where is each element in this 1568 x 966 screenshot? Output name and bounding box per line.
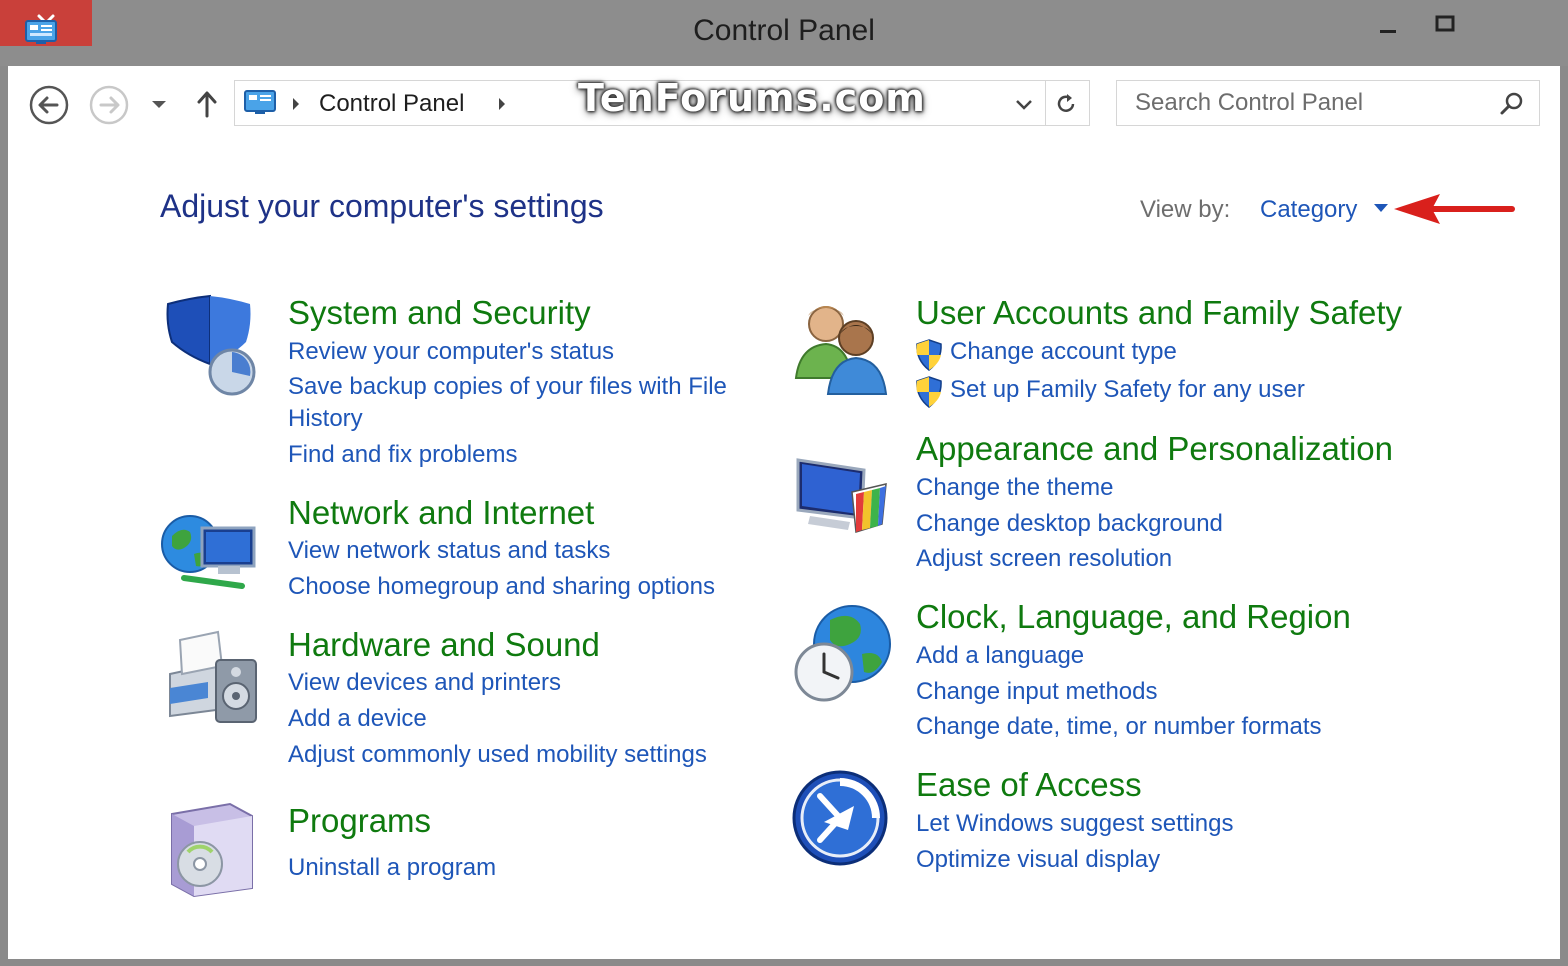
view-by-dropdown[interactable]: Category xyxy=(1260,196,1357,224)
clock-globe-icon xyxy=(794,605,891,702)
category-title-appearance[interactable]: Appearance and Personalization xyxy=(916,430,1393,468)
network-globe-icon xyxy=(161,515,256,589)
category-title-user-accounts[interactable]: User Accounts and Family Safety xyxy=(916,294,1402,332)
category-title-clock-language[interactable]: Clock, Language, and Region xyxy=(916,598,1351,636)
address-divider xyxy=(1045,81,1046,125)
link-change-the-theme[interactable]: Change the theme xyxy=(916,474,1113,502)
breadcrumb-chevron-right-icon[interactable] xyxy=(497,97,507,111)
link-add-a-language[interactable]: Add a language xyxy=(916,642,1084,670)
breadcrumb-chevron-right-icon[interactable] xyxy=(291,97,301,111)
search-icon[interactable] xyxy=(1499,91,1525,117)
link-optimize-visual-display[interactable]: Optimize visual display xyxy=(916,846,1160,874)
uac-shield-icon xyxy=(916,339,942,371)
search-box[interactable] xyxy=(1116,80,1540,126)
minimize-button[interactable] xyxy=(1362,6,1416,44)
category-title-network-and-internet[interactable]: Network and Internet xyxy=(288,494,594,532)
link-save-backup-copies[interactable]: Save backup copies of your files with Fi… xyxy=(288,373,727,401)
link-change-desktop-background[interactable]: Change desktop background xyxy=(916,510,1223,538)
forward-button[interactable] xyxy=(88,84,130,126)
category-title-hardware-and-sound[interactable]: Hardware and Sound xyxy=(288,626,600,664)
link-change-account-type[interactable]: Change account type xyxy=(950,338,1177,366)
link-let-windows-suggest-settings[interactable]: Let Windows suggest settings xyxy=(916,810,1234,838)
window-title: Control Panel xyxy=(693,14,875,47)
link-change-date-time-formats[interactable]: Change date, time, or number formats xyxy=(916,713,1322,741)
link-adjust-screen-resolution[interactable]: Adjust screen resolution xyxy=(916,545,1172,573)
uac-shield-icon xyxy=(916,376,942,408)
up-arrow-button[interactable] xyxy=(194,88,220,120)
users-icon xyxy=(794,306,888,395)
link-view-network-status[interactable]: View network status and tasks xyxy=(288,537,610,565)
link-find-and-fix-problems[interactable]: Find and fix problems xyxy=(288,441,517,469)
link-review-computer-status[interactable]: Review your computer's status xyxy=(288,338,614,366)
recent-locations-chevron-down-icon[interactable] xyxy=(148,96,170,112)
programs-box-icon xyxy=(171,802,253,898)
link-choose-homegroup-sharing[interactable]: Choose homegroup and sharing options xyxy=(288,573,715,601)
red-annotation-arrow xyxy=(1394,194,1515,224)
view-by-label: View by: xyxy=(1140,196,1231,223)
category-title-ease-of-access[interactable]: Ease of Access xyxy=(916,766,1142,804)
back-button[interactable] xyxy=(28,84,70,126)
category-title-system-and-security[interactable]: System and Security xyxy=(288,294,591,332)
control-panel-location-icon xyxy=(244,90,276,114)
refresh-icon[interactable] xyxy=(1053,91,1079,117)
link-set-up-family-safety[interactable]: Set up Family Safety for any user xyxy=(950,376,1305,404)
link-adjust-mobility-settings[interactable]: Adjust commonly used mobility settings xyxy=(288,741,707,769)
maximize-button[interactable] xyxy=(1418,6,1472,44)
page-heading: Adjust your computer's settings xyxy=(160,188,604,224)
navigation-bar: Control Panel TenForums.com xyxy=(8,66,1560,144)
link-uninstall-a-program[interactable]: Uninstall a program xyxy=(288,854,496,882)
search-input[interactable] xyxy=(1135,87,1475,119)
shield-icon xyxy=(166,294,256,396)
control-panel-window: Control Panel Control Panel TenForums.co… xyxy=(0,0,1568,966)
address-dropdown-chevron-down-icon[interactable] xyxy=(1013,95,1035,113)
printer-speaker-icon xyxy=(169,630,257,723)
link-change-input-methods[interactable]: Change input methods xyxy=(916,678,1158,706)
link-view-devices-and-printers[interactable]: View devices and printers xyxy=(288,669,561,697)
title-bar[interactable]: Control Panel xyxy=(0,0,1568,66)
link-save-backup-copies-continued[interactable]: History xyxy=(288,405,363,433)
category-title-programs[interactable]: Programs xyxy=(288,802,431,840)
breadcrumb-control-panel[interactable]: Control Panel xyxy=(319,90,464,118)
client-area: Control Panel TenForums.com Search Contr… xyxy=(8,66,1560,959)
tenforums-watermark: TenForums.com xyxy=(578,76,926,120)
link-add-a-device[interactable]: Add a device xyxy=(288,705,427,733)
ease-of-access-icon xyxy=(792,770,888,866)
monitor-palette-icon xyxy=(796,458,887,533)
